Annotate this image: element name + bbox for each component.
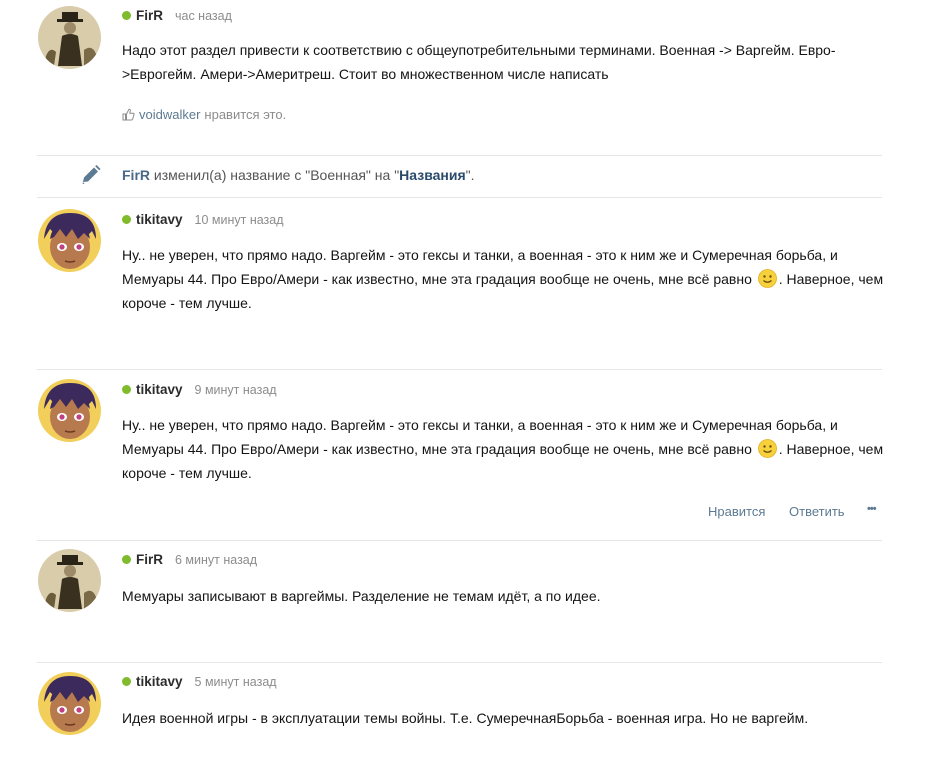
comment-actions: ••• <box>867 503 877 515</box>
comment-actions: Ответить <box>789 504 845 519</box>
online-status-icon <box>122 677 131 686</box>
comment-text: Ну.. не уверен, что прямо надо. Варгейм … <box>122 413 894 485</box>
likes-text: нравится это. <box>204 107 287 122</box>
comment-text: Идея военной игры - в эксплуатации темы … <box>122 710 809 726</box>
timestamp[interactable]: 10 минут назад <box>195 213 284 227</box>
online-status-icon <box>122 11 131 20</box>
rename-event: FirR изменил(а) название с "Военная" на … <box>0 165 938 187</box>
rename-user[interactable]: FirR <box>122 167 150 183</box>
more-options-button[interactable]: ••• <box>867 503 877 515</box>
online-status-icon <box>122 215 131 224</box>
avatar[interactable] <box>38 672 101 735</box>
author-name[interactable]: FirR <box>136 8 163 23</box>
divider <box>37 155 882 156</box>
reply-button[interactable]: Ответить <box>789 504 845 519</box>
avatar[interactable] <box>38 549 101 612</box>
comment-meta: tikitavy 5 минут назад <box>122 674 277 689</box>
timestamp[interactable]: 9 минут назад <box>195 383 277 397</box>
comment-text: Ну.. не уверен, что прямо надо. Варгейм … <box>122 243 894 315</box>
comment-actions: Нравится <box>708 504 765 519</box>
comment-text: Мемуары записывают в варгеймы. Разделени… <box>122 588 601 604</box>
comment-meta: FirR 6 минут назад <box>122 552 257 567</box>
author-name[interactable]: tikitavy <box>136 674 183 689</box>
avatar[interactable] <box>38 379 101 442</box>
comment-meta: tikitavy 9 минут назад <box>122 382 277 397</box>
timestamp[interactable]: 5 минут назад <box>195 675 277 689</box>
comment-text: Надо этот раздел привести к соответствию… <box>122 42 836 82</box>
smiley-icon <box>757 439 777 458</box>
like-button[interactable]: Нравится <box>708 504 765 519</box>
author-name[interactable]: tikitavy <box>136 382 183 397</box>
timestamp[interactable]: час назад <box>175 9 232 23</box>
avatar[interactable] <box>38 6 101 69</box>
author-name[interactable]: tikitavy <box>136 212 183 227</box>
rename-new-name: Названия <box>399 167 466 183</box>
pencil-icon <box>82 165 101 184</box>
comment-text-part: Ну.. не уверен, что прямо надо. Варгейм … <box>122 417 838 457</box>
avatar[interactable] <box>38 209 101 272</box>
divider <box>37 540 882 541</box>
online-status-icon <box>122 555 131 564</box>
divider <box>37 662 882 663</box>
comment-meta: tikitavy 10 минут назад <box>122 212 284 227</box>
rename-text: FirR изменил(а) название с "Военная" на … <box>122 167 475 183</box>
timestamp[interactable]: 6 минут назад <box>175 553 257 567</box>
author-name[interactable]: FirR <box>136 552 163 567</box>
rename-text-end: ". <box>465 167 475 183</box>
liker-name[interactable]: voidwalker <box>139 107 200 122</box>
divider <box>37 197 882 198</box>
comment-meta: FirR час назад <box>122 8 232 23</box>
likes-summary: voidwalker нравится это. <box>122 107 286 122</box>
divider <box>37 369 882 370</box>
smiley-icon <box>757 269 777 288</box>
rename-text-mid: изменил(а) название с "Военная" на " <box>153 167 400 183</box>
thumbs-up-icon <box>122 108 135 121</box>
online-status-icon <box>122 385 131 394</box>
comment-text-part: Ну.. не уверен, что прямо надо. Варгейм … <box>122 247 838 287</box>
